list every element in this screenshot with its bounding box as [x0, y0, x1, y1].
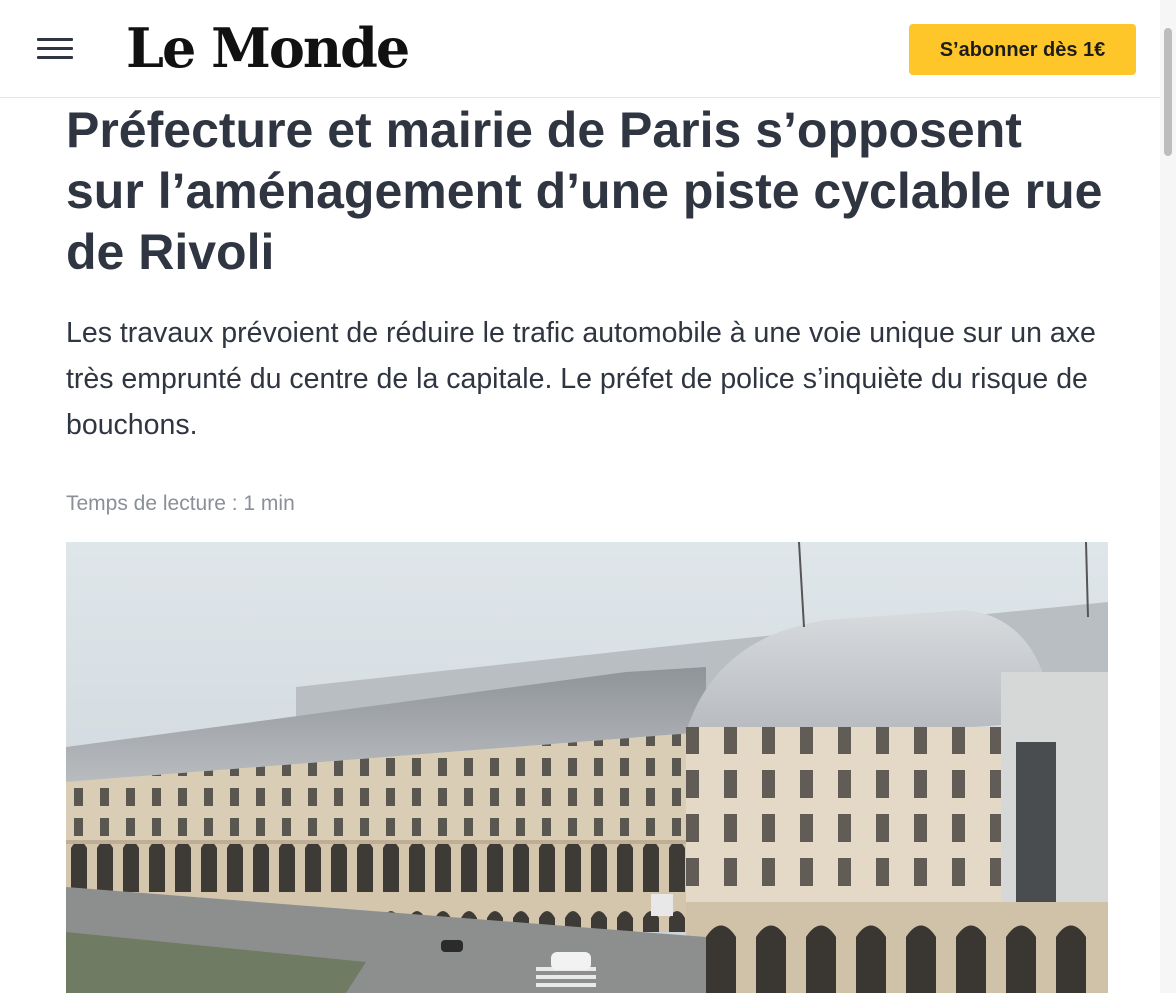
- scrollbar-thumb[interactable]: [1164, 28, 1172, 156]
- hamburger-menu-icon[interactable]: [37, 38, 73, 60]
- article-title: Préfecture et mairie de Paris s’opposent…: [66, 102, 1103, 280]
- site-logo[interactable]: Le Monde: [126, 18, 410, 78]
- page-scrollbar[interactable]: [1160, 0, 1176, 993]
- reading-time: Temps de lecture : 1 min: [66, 492, 295, 515]
- article-standfirst: Les travaux prévoient de réduire le traf…: [66, 317, 1096, 441]
- article-photo: [66, 542, 1108, 993]
- site-header: Le Monde S’abonner dès 1€: [0, 0, 1160, 98]
- subscribe-button[interactable]: S’abonner dès 1€: [909, 24, 1136, 75]
